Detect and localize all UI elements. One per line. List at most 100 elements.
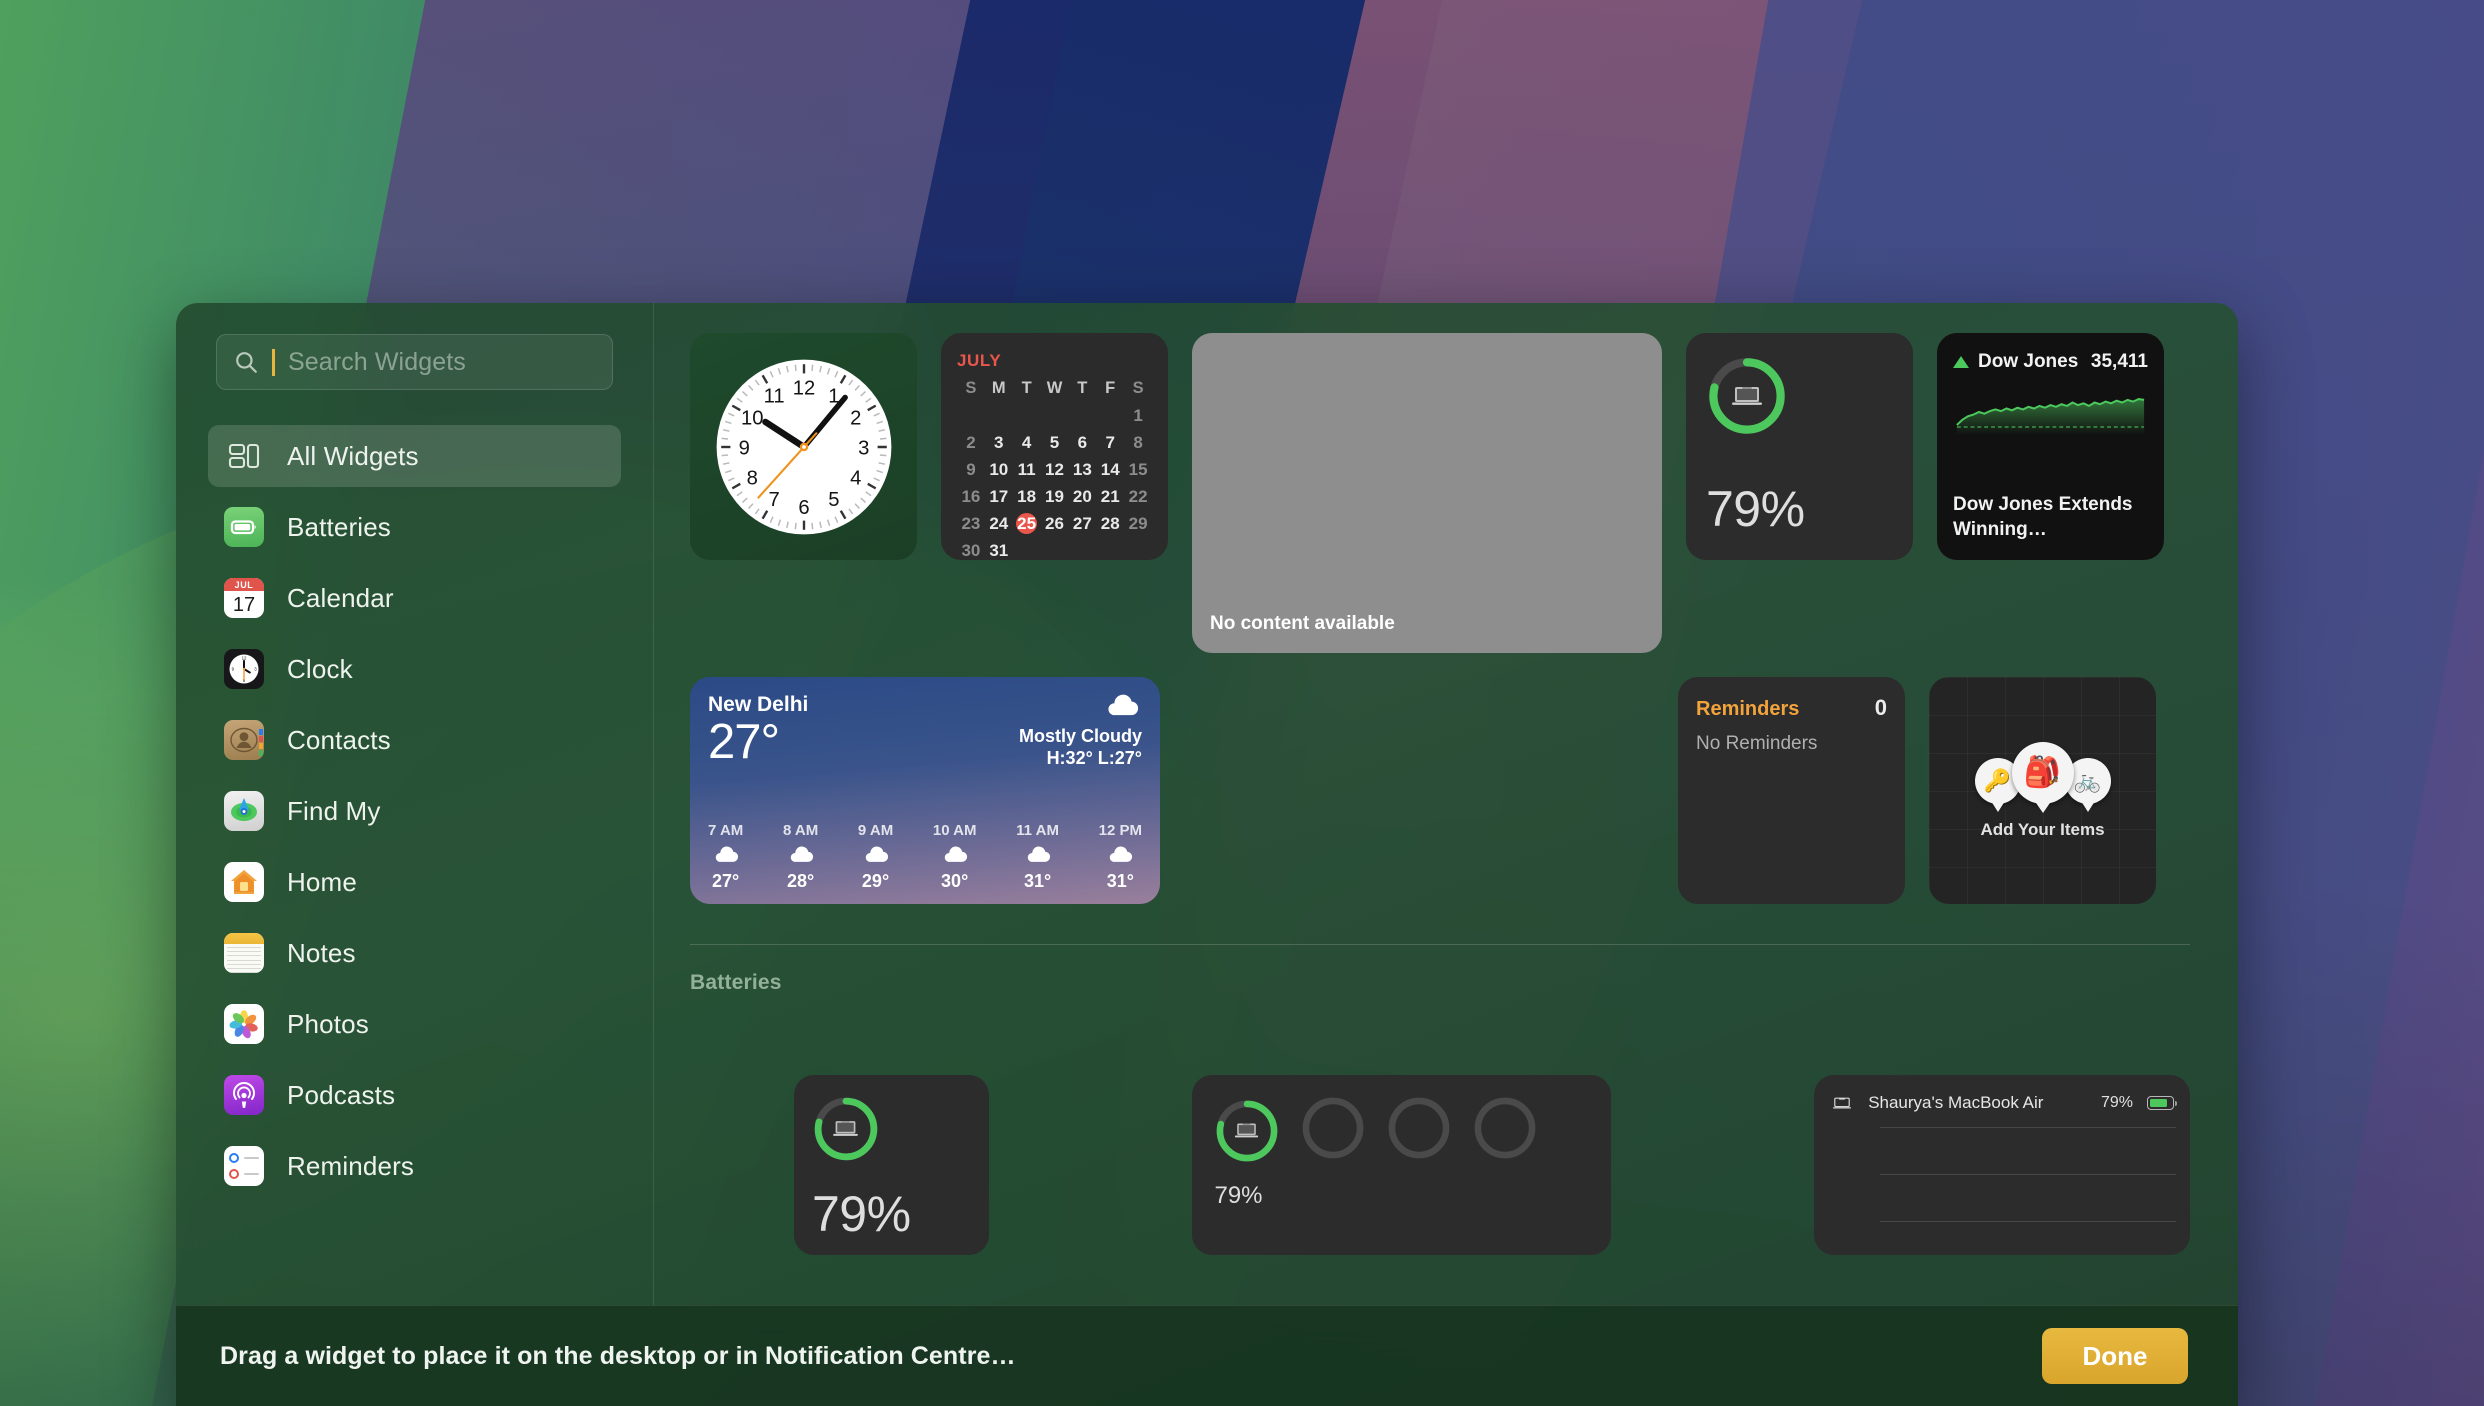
analog-clock-face: 12 1234567891011 xyxy=(716,359,891,534)
weather-hour-time: 9 AM xyxy=(857,822,894,839)
stocks-symbol: Dow Jones xyxy=(1978,351,2079,372)
calendar-dow: F xyxy=(1105,379,1116,397)
weather-hour: 11 AM 31° xyxy=(1016,822,1059,892)
weather-hour-time: 8 AM xyxy=(782,822,819,839)
weather-hour-temp: 28° xyxy=(786,871,815,891)
sidebar-item-home[interactable]: Home xyxy=(208,851,621,913)
sidebar-item-find-my[interactable]: Find My xyxy=(208,780,621,842)
reminders-count: 0 xyxy=(1874,695,1887,720)
section-title-batteries: Batteries xyxy=(690,971,782,994)
sidebar-item-calendar[interactable]: JUL 17 Calendar xyxy=(208,567,621,629)
sidebar-item-photos[interactable]: Photos xyxy=(208,993,621,1055)
stocks-headline: Dow Jones Extends Winning… xyxy=(1953,494,2133,540)
svg-text:6: 6 xyxy=(798,497,809,519)
calendar-day: 16 xyxy=(961,487,981,506)
widget-find-my-items[interactable]: 🔑 🎒 🚲 Add Your Items xyxy=(1929,677,2156,904)
widget-stocks[interactable]: Dow Jones 35,411 Dow Jones Extends Winni… xyxy=(1937,333,2164,560)
calendar-day: 20 xyxy=(1072,487,1092,506)
stocks-value: 35,411 xyxy=(2090,351,2148,372)
widget-battery-medium[interactable]: 79% xyxy=(1192,1075,1612,1255)
calendar-day: 17 xyxy=(989,487,1009,506)
svg-text:8: 8 xyxy=(746,467,757,489)
calendar-dow: S xyxy=(965,379,977,397)
calendar-day: 6 xyxy=(1077,433,1088,452)
laptop-icon xyxy=(1833,1097,1852,1109)
weather-hour: 8 AM 28° xyxy=(783,822,818,892)
weather-hour-temp: 31° xyxy=(1106,871,1134,891)
sidebar-item-all-widgets[interactable]: All Widgets xyxy=(208,425,621,487)
widget-reminders[interactable]: Reminders 0 No Reminders xyxy=(1678,677,1905,904)
calendar-day: 24 xyxy=(989,514,1009,533)
battery-empty-ring xyxy=(1472,1095,1538,1166)
widget-clock[interactable]: 12 1 2 3 4 5 6 7 8 9 10 11 xyxy=(690,333,917,560)
widget-calendar[interactable]: JULY SMTWTFS......1234567891011121314151… xyxy=(941,333,1168,560)
widget-row-second: New Delhi 27° Mostly Cloudy H:32° L:27° … xyxy=(690,677,2190,904)
home-app-icon xyxy=(224,862,264,902)
battery-empty-ring xyxy=(1300,1095,1366,1166)
weather-right: Mostly Cloudy H:32° L:27° xyxy=(1019,693,1142,769)
svg-text:10: 10 xyxy=(740,407,763,429)
sidebar-list: All Widgets Batteries JUL 17 Calendar 12… xyxy=(176,425,653,1197)
calendar-day: 4 xyxy=(1021,433,1032,452)
battery-percent: 79% xyxy=(1706,481,1805,537)
cloud-icon xyxy=(865,846,888,862)
photos-app-icon xyxy=(224,1004,264,1044)
calendar-dow: M xyxy=(991,379,1006,397)
sidebar-item-clock[interactable]: 12 3 6 9 Clock xyxy=(208,638,621,700)
svg-text:12: 12 xyxy=(792,377,815,399)
calendar-day: 15 xyxy=(1128,460,1148,479)
contacts-app-icon xyxy=(224,720,264,760)
panel-body: Search Widgets All Widgets Batteries JUL… xyxy=(176,303,2238,1305)
sidebar-item-label: Home xyxy=(287,866,357,897)
find-my-app-icon xyxy=(224,791,264,831)
widget-weather[interactable]: New Delhi 27° Mostly Cloudy H:32° L:27° … xyxy=(690,677,1160,904)
cloud-icon xyxy=(715,846,738,862)
widget-placeholder-empty[interactable]: No content available xyxy=(1192,333,1662,653)
sidebar-item-notes[interactable]: Notes xyxy=(208,922,621,984)
calendar-dow: S xyxy=(1132,379,1144,397)
widget-battery-small-2[interactable]: 79% xyxy=(794,1075,990,1255)
calendar-day: 28 xyxy=(1100,514,1120,533)
cloud-icon xyxy=(1110,846,1133,862)
widget-battery-device-list[interactable]: Shaurya's MacBook Air 79% xyxy=(1814,1075,2190,1255)
weather-hour: 9 AM 29° xyxy=(858,822,893,892)
section-divider xyxy=(690,944,2190,945)
sidebar-item-reminders[interactable]: Reminders xyxy=(208,1135,621,1197)
weather-hour: 12 PM 31° xyxy=(1099,822,1142,892)
search-input[interactable]: Search Widgets xyxy=(216,334,613,390)
calendar-day: 26 xyxy=(1045,514,1064,533)
sidebar-item-podcasts[interactable]: Podcasts xyxy=(208,1064,621,1126)
calendar-icon-month: JUL xyxy=(224,578,264,591)
placeholder-text: No content available xyxy=(1210,613,1395,634)
laptop-icon xyxy=(1235,1123,1259,1137)
calendar-day: 9 xyxy=(966,460,976,479)
calendar-day: 14 xyxy=(1100,460,1120,479)
weather-hour-time: 12 PM xyxy=(1098,822,1142,839)
cloud-icon xyxy=(790,846,813,862)
calendar-day: 12 xyxy=(1045,460,1064,479)
device-name: Shaurya's MacBook Air xyxy=(1868,1093,2044,1112)
sidebar-item-label: Podcasts xyxy=(287,1079,396,1110)
widget-gallery-main: 121234567891011 JULY SMTWTFS......123456… xyxy=(654,303,2238,1305)
calendar-blank: . xyxy=(957,405,985,426)
calendar-day: 18 xyxy=(1017,487,1037,506)
calendar-dow: W xyxy=(1046,379,1063,397)
battery-percent: 79% xyxy=(1214,1182,1263,1209)
drag-hint-text: Drag a widget to place it on the desktop… xyxy=(220,1341,1016,1370)
weather-top: New Delhi 27° Mostly Cloudy H:32° L:27° xyxy=(708,693,1142,769)
calendar-app-icon: JUL 17 xyxy=(224,578,264,618)
sidebar-item-label: Photos xyxy=(287,1008,369,1039)
find-my-pins: 🔑 🎒 🚲 xyxy=(1974,741,2111,813)
clock-app-icon: 12 3 6 9 xyxy=(224,649,264,689)
sidebar-item-contacts[interactable]: Contacts xyxy=(208,709,621,771)
batteries-app-icon xyxy=(224,507,264,547)
backpack-icon: 🎒 xyxy=(2011,741,2074,804)
sidebar-item-batteries[interactable]: Batteries xyxy=(208,496,621,558)
widget-battery-small[interactable]: 79% xyxy=(1686,333,1913,560)
calendar-icon-day: 17 xyxy=(232,593,256,616)
calendar-blank: . xyxy=(1041,405,1069,426)
weather-hour-time: 11 AM xyxy=(1016,822,1059,839)
battery-percent: 79% xyxy=(812,1186,911,1242)
done-button[interactable]: Done xyxy=(2042,1328,2188,1384)
battery-rings-group xyxy=(1214,1095,1589,1166)
